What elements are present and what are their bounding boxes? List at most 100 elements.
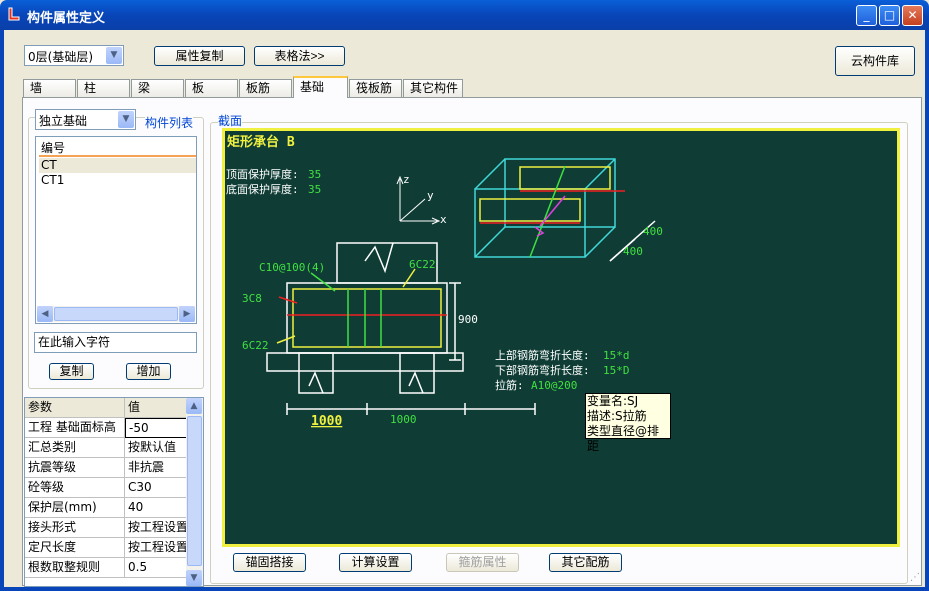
- lower-bend-label: 下部钢筋弯折长度:: [495, 363, 590, 377]
- table-row[interactable]: 保护层(mm) 40: [25, 498, 187, 518]
- param-value[interactable]: 40: [125, 498, 187, 518]
- section-title: 截面: [218, 112, 243, 129]
- stirrup-label: C10@100(4): [259, 261, 325, 274]
- lower-bend-value: 15*D: [603, 364, 630, 377]
- axis-x-label: x: [440, 213, 447, 226]
- axis-z-label: z: [403, 173, 410, 186]
- param-value[interactable]: 按工程设置: [125, 538, 187, 558]
- param-value[interactable]: 按默认值: [125, 438, 187, 458]
- table-row[interactable]: 定尺长度 按工程设置: [25, 538, 187, 558]
- table-row[interactable]: 根数取整规则 0.5: [25, 558, 187, 578]
- upper-bend-value: 15*d: [603, 349, 630, 362]
- tab-other[interactable]: 其它构件: [403, 79, 463, 97]
- copy-button[interactable]: 复制: [49, 363, 94, 380]
- params-grid[interactable]: 参数 值 工程 基础面标高 -50 汇总类别 按默认值 抗震等级 非抗震 砼等级…: [24, 397, 204, 587]
- list-item[interactable]: CT: [39, 158, 196, 173]
- bottom-bar-label: 6C22: [242, 339, 269, 352]
- calc-settings-button[interactable]: 计算设置: [339, 553, 412, 572]
- floor-select[interactable]: 0层(基础层) ▼: [24, 45, 124, 66]
- resize-grip-icon[interactable]: ⋰: [910, 572, 920, 583]
- bottom-cover-value: 35: [308, 183, 321, 196]
- anchor-lap-button[interactable]: 锚固搭接: [233, 553, 306, 572]
- top-bar-label: 6C22: [409, 258, 436, 271]
- tie-value: A10@200: [531, 379, 577, 392]
- width-dim-label: 1000: [311, 414, 342, 429]
- tie-label: 拉筋:: [495, 378, 524, 392]
- upper-bend-label: 上部钢筋弯折长度:: [495, 348, 590, 362]
- table-row[interactable]: 汇总类别 按默认值: [25, 438, 187, 458]
- foundation-type-value: 独立基础: [39, 114, 88, 128]
- table-method-button[interactable]: 表格法>>: [254, 46, 345, 66]
- component-list-title: 构件列表: [145, 114, 194, 131]
- top-cover-label: 顶面保护厚度:: [226, 167, 299, 181]
- component-list[interactable]: 编号 CT CT1 ◀ ▶: [35, 136, 197, 324]
- table-row[interactable]: 工程 基础面标高 -50: [25, 418, 187, 438]
- tab-slab-rebar[interactable]: 板筋: [239, 79, 292, 97]
- scroll-down-icon[interactable]: ▼: [186, 570, 202, 586]
- iso-dim-depth: 400: [643, 225, 663, 238]
- close-button[interactable]: ✕: [902, 5, 923, 26]
- height-dim-label: 900: [458, 313, 478, 326]
- add-button[interactable]: 增加: [126, 363, 171, 380]
- grid-header: 参数 值: [25, 398, 187, 418]
- section-drawing[interactable]: 矩形承台 B 顶面保护厚度: 35 底面保护厚度: 35 z y x 400 4…: [222, 128, 900, 547]
- chevron-down-icon[interactable]: ▼: [106, 47, 122, 64]
- scroll-right-icon[interactable]: ▶: [179, 306, 195, 322]
- stirrup-props-button[interactable]: 箍筋属性: [446, 553, 519, 572]
- horizontal-scrollbar[interactable]: ◀ ▶: [37, 306, 195, 322]
- search-input[interactable]: 在此输入字符: [34, 332, 197, 353]
- param-name: 砼等级: [25, 478, 125, 498]
- grid-header-param: 参数: [25, 398, 125, 418]
- bottom-cover-label: 底面保护厚度:: [226, 182, 299, 196]
- variable-tooltip: 变量名:SJ 描述:S拉筋 类型直径@排距: [585, 393, 671, 453]
- tooltip-line: 类型直径@排距: [587, 424, 660, 453]
- other-rebar-button[interactable]: 其它配筋: [549, 553, 622, 572]
- window-title: 构件属性定义: [27, 11, 106, 26]
- table-row[interactable]: 接头形式 按工程设置: [25, 518, 187, 538]
- width2-dim-label: 1000: [390, 413, 417, 426]
- foundation-type-select[interactable]: 独立基础 ▼: [35, 109, 136, 130]
- param-name: 接头形式: [25, 518, 125, 538]
- param-value[interactable]: 按工程设置: [125, 518, 187, 538]
- side-bar-label: 3C8: [242, 292, 262, 305]
- drawing-heading: 矩形承台 B: [226, 134, 295, 150]
- param-value-input[interactable]: -50: [125, 418, 187, 438]
- table-row[interactable]: 砼等级 C30: [25, 478, 187, 498]
- tab-beam[interactable]: 梁: [131, 79, 184, 97]
- tooltip-line: 变量名:SJ: [587, 394, 639, 408]
- scroll-thumb[interactable]: [54, 307, 178, 321]
- tab-raft-rebar[interactable]: 筏板筋: [349, 79, 402, 97]
- scroll-left-icon[interactable]: ◀: [37, 306, 53, 322]
- param-value[interactable]: 0.5: [125, 558, 187, 578]
- tab-foundation[interactable]: 基础: [293, 76, 348, 98]
- window-border-left: [0, 30, 4, 591]
- param-name: 汇总类别: [25, 438, 125, 458]
- cloud-library-button[interactable]: 云构件库: [835, 46, 915, 76]
- table-row[interactable]: 抗震等级 非抗震: [25, 458, 187, 478]
- list-item[interactable]: CT1: [39, 173, 196, 188]
- param-value[interactable]: 非抗震: [125, 458, 187, 478]
- param-name: 定尺长度: [25, 538, 125, 558]
- grid-header-value: 值: [128, 400, 141, 414]
- title-bar: 构件属性定义 _ □ ✕: [0, 0, 929, 30]
- copy-props-button[interactable]: 属性复制: [154, 46, 245, 66]
- tab-column[interactable]: 柱: [77, 79, 130, 97]
- tooltip-line: 描述:S拉筋: [587, 409, 647, 423]
- chevron-down-icon[interactable]: ▼: [118, 111, 134, 128]
- floor-select-value: 0层(基础层): [28, 50, 93, 64]
- section-drawing-svg: 矩形承台 B 顶面保护厚度: 35 底面保护厚度: 35 z y x 400 4…: [226, 134, 663, 429]
- tab-wall[interactable]: 墙: [23, 79, 76, 97]
- scroll-up-icon[interactable]: ▲: [186, 398, 202, 414]
- tab-slab[interactable]: 板: [185, 79, 238, 97]
- list-header: 编号: [39, 139, 196, 157]
- param-name: 保护层(mm): [25, 498, 125, 518]
- maximize-button[interactable]: □: [879, 5, 900, 26]
- param-name: 工程 基础面标高: [25, 418, 125, 438]
- minimize-button[interactable]: _: [856, 5, 877, 26]
- app-icon: [8, 7, 20, 21]
- window-border-bottom: [0, 587, 929, 591]
- vertical-scrollbar[interactable]: ▲ ▼: [186, 398, 203, 586]
- param-value[interactable]: C30: [125, 478, 187, 498]
- param-name: 根数取整规则: [25, 558, 125, 578]
- scroll-thumb[interactable]: [187, 416, 202, 566]
